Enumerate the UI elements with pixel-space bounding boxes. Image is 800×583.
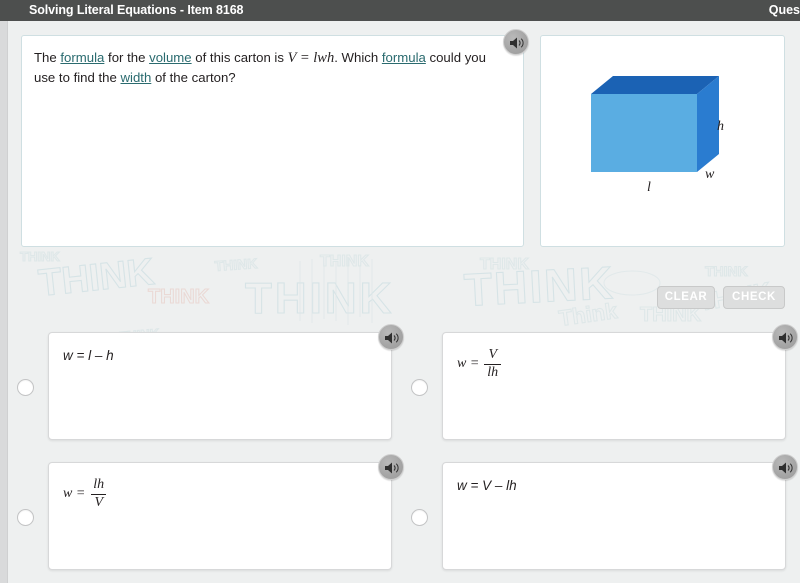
formula-inline: V = lwh <box>287 50 335 66</box>
speaker-icon[interactable] <box>378 324 404 350</box>
question-text-segment: for the <box>104 50 150 65</box>
speaker-icon-glyph <box>385 332 399 344</box>
question-panel: The formula for the volume of this carto… <box>21 35 524 247</box>
radio-option-d[interactable] <box>411 509 428 526</box>
answer-option-b[interactable]: w = V lh <box>442 324 798 440</box>
svg-text:THINK: THINK <box>463 256 616 316</box>
speaker-icon-glyph <box>510 37 524 49</box>
equation-lhs: w = <box>63 486 86 502</box>
svg-text:THINK: THINK <box>148 286 210 308</box>
answer-option-d[interactable]: w = V – lh <box>442 454 798 570</box>
figure-label-height: h <box>717 119 724 134</box>
speaker-icon-glyph <box>779 332 793 344</box>
window-title-bar: Solving Literal Equations - Item 8168 Qu… <box>0 0 800 21</box>
answer-option-a[interactable]: w = l – h <box>48 324 404 440</box>
left-gutter <box>0 21 8 583</box>
fraction-denominator: lh <box>484 363 502 381</box>
svg-text:THINK: THINK <box>20 249 60 264</box>
svg-text:Think: Think <box>557 298 619 331</box>
question-text-segment: of this carton is <box>191 50 288 65</box>
answer-option-a-text: w = l – h <box>63 348 114 363</box>
answer-option-b-text: w = V lh <box>457 347 502 381</box>
svg-text:THINK: THINK <box>705 263 748 279</box>
figure-panel: h w l <box>540 35 785 247</box>
equation-lhs: w = <box>457 356 480 372</box>
radio-option-a[interactable] <box>17 379 34 396</box>
speaker-icon[interactable] <box>772 324 798 350</box>
question-text-segment: . Which <box>334 50 382 65</box>
figure-label-length: l <box>647 180 651 195</box>
svg-text:THINK: THINK <box>37 251 157 305</box>
svg-text:THINK: THINK <box>245 274 394 323</box>
question-counter: Ques <box>768 3 800 17</box>
activity-stage: THINK THINK THINK THINK THINK THINK THIN… <box>0 21 800 583</box>
answer-option-c-text: w = lh V <box>63 477 107 511</box>
radio-option-b[interactable] <box>411 379 428 396</box>
question-text-segment: of the carton? <box>151 70 236 85</box>
fraction: lh V <box>90 477 107 511</box>
svg-text:THINK: THINK <box>214 255 258 274</box>
fraction-denominator: V <box>91 493 107 511</box>
speaker-icon[interactable] <box>378 454 404 480</box>
clear-button[interactable]: CLEAR <box>657 286 715 309</box>
svg-text:THINK: THINK <box>320 253 369 270</box>
radio-option-c[interactable] <box>17 509 34 526</box>
answer-option-c[interactable]: w = lh V <box>48 454 404 570</box>
fraction: V lh <box>484 347 502 381</box>
fraction-numerator: lh <box>93 477 105 492</box>
question-text-segment: The <box>34 50 61 65</box>
check-button[interactable]: CHECK <box>723 286 785 309</box>
page-title: Solving Literal Equations - Item 8168 <box>29 3 244 17</box>
speaker-icon[interactable] <box>503 29 529 55</box>
speaker-icon-glyph <box>385 462 399 474</box>
question-text: The formula for the volume of this carto… <box>34 48 500 87</box>
speaker-icon[interactable] <box>772 454 798 480</box>
glossary-link-formula-2[interactable]: formula <box>382 50 426 65</box>
speaker-icon-glyph <box>779 462 793 474</box>
glossary-link-formula[interactable]: formula <box>60 50 104 65</box>
glossary-link-width[interactable]: width <box>121 70 152 85</box>
svg-text:THINK: THINK <box>480 256 529 273</box>
answer-option-d-text: w = V – lh <box>457 478 517 493</box>
figure-label-width: w <box>705 167 715 182</box>
glossary-link-volume[interactable]: volume <box>149 50 192 65</box>
fraction-numerator: V <box>488 347 498 362</box>
